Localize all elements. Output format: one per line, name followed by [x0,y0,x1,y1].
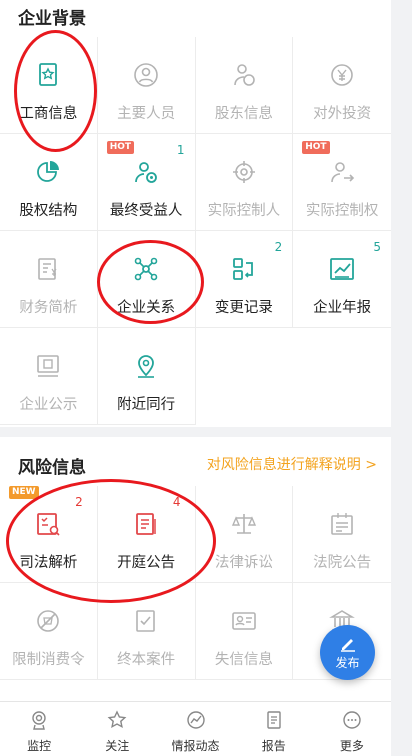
grid-item-label: 主要人员 [117,106,176,122]
grid-item-label: 限制消费令 [12,652,85,668]
tab-more[interactable]: 更多 [313,702,391,756]
grid-item-equity-structure[interactable]: 股权结构 [0,134,98,231]
grid-item-label: 股权结构 [19,203,78,219]
grid-item-label: 企业公示 [19,397,78,413]
grid-item-court-announcement[interactable]: 法院公告 [293,486,391,583]
item-count: 2 [75,495,83,509]
tab-report[interactable]: 报告 [235,702,313,756]
item-count: 4 [172,495,181,509]
grid-item-label: 财务简析 [19,300,78,316]
id-card-icon [232,612,256,630]
network-icon [134,257,158,281]
grid-item-label: 失信信息 [214,652,273,668]
camera-icon [32,711,46,730]
grid-item-court-session-notice[interactable]: 4 开庭公告 [97,486,196,583]
grid-item-label: 对外投资 [313,106,372,122]
change-record-icon [232,258,253,280]
more-icon [343,711,361,729]
star-bookmark-icon [39,63,58,86]
item-count: 5 [373,240,381,254]
tab-label: 报告 [261,739,286,753]
trend-icon [186,711,205,729]
grid-item-financial-analysis[interactable]: 财务简析 [0,231,98,328]
pie-chart-icon [37,161,60,182]
notice-icon [37,355,60,377]
bottom-tab-bar: 监控 关注 情报动态 报告 更多 [0,701,391,756]
grid-item-label: 工商信息 [19,106,78,122]
grid-item-enterprise-notice[interactable]: 企业公示 [0,328,98,425]
grid-item-label: 终本案件 [117,652,176,668]
grid-item-label: 法院公告 [313,555,372,571]
scale-icon [231,514,256,534]
grid-item-actual-controller[interactable]: 实际控制人 [195,134,294,231]
grid-item-nearby-peers[interactable]: 附近同行 [97,328,196,425]
item-count: 1 [176,143,185,157]
grid-item-annual-report[interactable]: 5 企业年报 [293,231,391,328]
pen-icon [340,638,355,652]
tab-label: 关注 [105,739,130,753]
person-circle-icon [134,63,158,87]
grid-item-label: 附近同行 [117,397,176,413]
tab-monitor[interactable]: 监控 [0,702,78,756]
court-board-icon [331,513,353,535]
grid-item-ultimate-beneficiary[interactable]: HOT 1 最终受益人 [97,134,196,231]
tab-label: 监控 [27,739,52,753]
grid-item-investments[interactable]: 对外投资 [293,37,391,134]
controller-icon [331,162,355,183]
grid-item-business-info[interactable]: 工商信息 [0,37,98,134]
court-notice-icon [136,513,156,535]
item-count: 2 [274,240,283,254]
grid-item-label: 股东信息 [214,106,273,122]
location-pin-icon [138,355,155,378]
grid-item-label: 企业年报 [313,300,372,316]
grid-item-consumption-restriction[interactable]: 限制消费令 [0,583,98,680]
grid-item-key-personnel[interactable]: 主要人员 [97,37,196,134]
grid-item-dishonesty-info[interactable]: 失信信息 [195,583,294,680]
star-icon [107,710,127,729]
judicial-icon [37,513,60,536]
grid-item-label: 最终受益人 [109,203,183,219]
grid-item-judicial-analysis[interactable]: NEW 2 司法解析 [0,486,98,583]
grid-item-legal-litigation[interactable]: 法律诉讼 [195,486,294,583]
finance-doc-icon [38,258,57,280]
no-consume-icon [37,610,60,632]
case-doc-icon [136,610,155,632]
hot-badge: HOT [106,141,135,154]
target-icon [232,161,255,183]
company-grid: 工商信息 主要人员 股东信息 对外投资 股权结构 HOT 1 最终受益人 实际控… [0,37,391,425]
report-icon [267,711,281,729]
tab-label: 更多 [339,739,364,753]
company-background-section: 企业背景 工商信息 主要人员 股东信息 对外投资 股权结构 HOT 1 最终受益… [0,0,391,427]
beneficiary-icon [135,162,158,183]
grid-item-actual-control-right[interactable]: HOT 实际控制权 [293,134,391,231]
section-title-company: 企业背景 [18,9,86,29]
section-title-risk: 风险信息 [18,458,86,478]
shareholder-icon [234,64,255,86]
grid-item-shareholders[interactable]: 股东信息 [195,37,294,134]
grid-item-terminated-cases[interactable]: 终本案件 [97,583,196,680]
grid-item-label: 实际控制权 [305,203,379,219]
tab-label: 情报动态 [171,739,220,753]
grid-item-label: 变更记录 [214,300,273,316]
grid-item-label: 开庭公告 [117,555,176,571]
grid-item-change-records[interactable]: 2 变更记录 [195,231,294,328]
publish-label: 发布 [335,655,360,670]
risk-explanation-link[interactable]: 对风险信息进行解释说明 > [207,454,377,474]
new-badge: NEW [9,486,39,499]
grid-item-label: 法律诉讼 [214,555,273,571]
grid-item-label: 实际控制人 [207,203,281,219]
publish-fab[interactable]: 发布 [320,625,375,680]
annual-report-icon [330,258,355,280]
hot-badge: HOT [302,141,330,154]
grid-item-label: 企业关系 [117,300,176,316]
grid-item-enterprise-relations[interactable]: 企业关系 [97,231,196,328]
grid-item-label: 司法解析 [19,555,78,571]
yen-circle-icon [331,64,353,86]
tab-intel-feed[interactable]: 情报动态 [156,702,234,756]
tab-follow[interactable]: 关注 [78,702,156,756]
